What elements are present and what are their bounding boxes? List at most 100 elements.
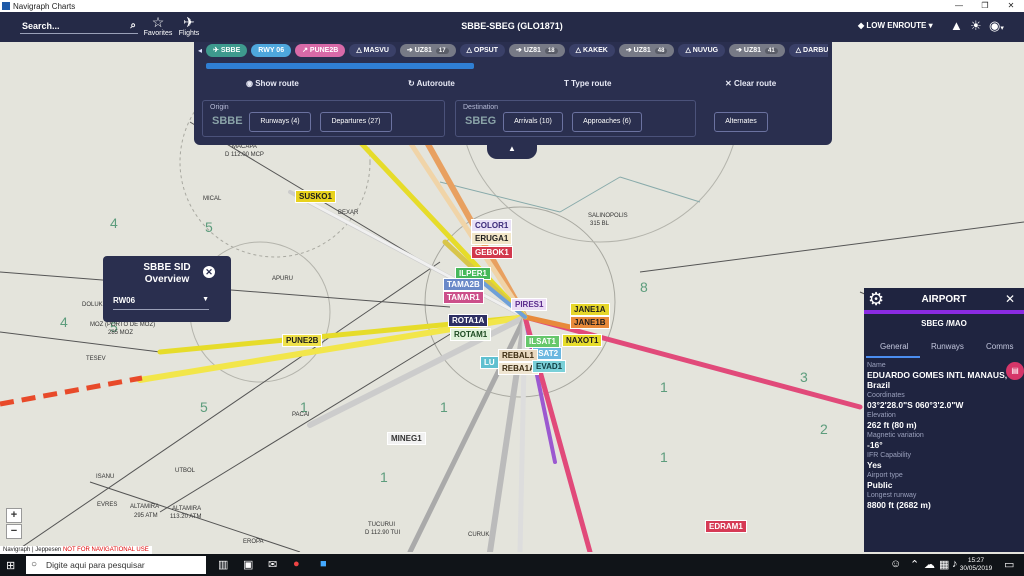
tab-comms[interactable]: Comms xyxy=(986,342,1014,351)
brightness-icon[interactable]: ☀ xyxy=(970,18,982,34)
fix-label-rotam1[interactable]: ROTAM1 xyxy=(450,328,492,341)
layer-selector[interactable]: ◆ LOW ENROUTE ▾ xyxy=(858,21,933,30)
fix-label-rota1a[interactable]: ROTA1A xyxy=(448,314,489,327)
route-chip-label: NUVUG xyxy=(692,47,719,54)
route-chip-uz81[interactable]: ➔ UZ81 18 xyxy=(509,44,565,57)
airport-panel: ⚙ AIRPORT ✕ SBEG /MAO General Runways Co… xyxy=(864,288,1024,552)
route-chip-uz81[interactable]: ➔ UZ81 17 xyxy=(399,44,456,57)
account-icon[interactable]: ◉▾ xyxy=(989,18,1004,34)
route-chip-opsut[interactable]: △ OPSUT xyxy=(459,44,505,57)
search-input[interactable]: Search... ⌕ xyxy=(20,20,138,34)
route-chip-rwy-06[interactable]: RWY 06 xyxy=(251,44,292,57)
autoroute-button[interactable]: ↻ Autoroute xyxy=(408,79,455,88)
origin-code: SBBE xyxy=(212,115,243,127)
arrow-icon: ➔ xyxy=(736,47,744,54)
chevron-left-icon[interactable]: ◂ xyxy=(198,44,202,60)
gear-icon[interactable]: ⚙ xyxy=(868,289,884,310)
chrome-icon[interactable]: ● xyxy=(293,558,300,570)
mail-icon[interactable]: ✉ xyxy=(268,558,277,571)
fix-label-tama2b[interactable]: TAMA2B xyxy=(443,278,484,291)
close-window-button[interactable]: ✕ xyxy=(998,0,1024,12)
show-route-button[interactable]: ◉ Show route xyxy=(246,79,299,88)
route-progress-bar xyxy=(206,63,474,69)
place-label: ALTAMIRA xyxy=(172,506,202,512)
tab-runways[interactable]: Runways xyxy=(931,342,964,351)
place-label: PACAI xyxy=(292,412,310,418)
fix-label-pires1[interactable]: PIRES1 xyxy=(511,298,548,311)
triangle-icon: △ xyxy=(466,47,474,54)
zoom-in-button[interactable]: + xyxy=(6,508,22,523)
fix-label-lu[interactable]: LU xyxy=(480,356,499,369)
grid-mora-number: 3 xyxy=(800,369,808,385)
route-chip-kakek[interactable]: △ KAKEK xyxy=(568,44,615,57)
route-chip-darbu[interactable]: △ DARBU xyxy=(788,44,828,57)
type-route-button[interactable]: T Type route xyxy=(564,79,611,88)
fix-label-susko1[interactable]: SUSKO1 xyxy=(295,190,336,203)
fix-label-gebok1[interactable]: GEBOK1 xyxy=(471,246,513,259)
close-icon[interactable]: ✕ xyxy=(1005,292,1015,306)
zoom-out-button[interactable]: − xyxy=(6,524,22,539)
fix-label-mineg1[interactable]: MINEG1 xyxy=(387,432,426,445)
tray-chevron-icon[interactable]: ⌃ xyxy=(910,558,919,571)
place-label: DOLUK xyxy=(82,302,103,308)
windows-start-icon[interactable]: ⊞ xyxy=(6,559,15,572)
departures-button[interactable]: Departures (27) xyxy=(320,112,392,132)
longest-runway-value: 8800 ft (2682 m) xyxy=(867,500,931,510)
app-header: Search... ⌕ ☆ Favorites ✈ Flights SBBE-S… xyxy=(0,12,1024,42)
clock-date: 30/05/2019 xyxy=(959,565,993,572)
route-chip-masvu[interactable]: △ MASVU xyxy=(349,44,396,57)
fix-label-jane1a[interactable]: JANE1A xyxy=(570,303,610,316)
runways-button[interactable]: Runways (4) xyxy=(249,112,311,132)
favorites-button[interactable]: ☆ Favorites xyxy=(143,14,173,37)
fix-label-jane1b[interactable]: JANE1B xyxy=(570,316,610,329)
route-chip-label: KAKEK xyxy=(582,47,608,54)
clear-route-button[interactable]: ✕ Clear route xyxy=(725,79,776,88)
route-chip-badge: 17 xyxy=(435,48,449,54)
task-view-icon[interactable]: ▥ xyxy=(218,558,228,571)
route-chip-uz81[interactable]: ➔ UZ81 41 xyxy=(729,44,785,57)
fix-label-edram1[interactable]: EDRAM1 xyxy=(705,520,747,533)
fix-label-color1[interactable]: COLOR1 xyxy=(471,219,513,232)
taskbar-search-input[interactable]: ○ Digite aqui para pesquisar xyxy=(26,556,206,574)
route-panel: ◂ ✈ SBBE RWY 06 ↗ PUNE2B △ MASVU ➔ UZ81 17 △ O… xyxy=(194,42,832,145)
route-chip-pune2b[interactable]: ↗ PUNE2B xyxy=(295,44,346,57)
maximize-button[interactable]: ❐ xyxy=(972,0,998,12)
airport-panel-title: AIRPORT xyxy=(921,294,967,305)
navigation-arrow-icon[interactable]: ▲ xyxy=(950,18,963,33)
longest-runway-label: Longest runway xyxy=(867,492,917,499)
flights-button[interactable]: ✈ Flights xyxy=(174,14,204,37)
collapse-panel-button[interactable]: ▲ xyxy=(487,143,537,159)
notifications-icon[interactable]: ▭ xyxy=(1004,558,1014,571)
approaches-button[interactable]: Approaches (6) xyxy=(572,112,642,132)
arrivals-button[interactable]: Arrivals (10) xyxy=(503,112,563,132)
fix-label-naxot1[interactable]: NAXOT1 xyxy=(562,334,603,347)
taskbar-clock[interactable]: 15:27 30/05/2019 xyxy=(956,557,996,573)
alternates-button[interactable]: Alternates xyxy=(714,112,768,132)
close-sid-overview-button[interactable]: ✕ xyxy=(203,266,215,278)
runway-select[interactable]: RW06 ▼ xyxy=(113,296,209,310)
triangle-icon: △ xyxy=(685,47,693,54)
people-icon[interactable]: ☺ xyxy=(890,558,901,570)
chart-book-button[interactable]: ▤ xyxy=(1006,362,1024,380)
explorer-icon[interactable]: ▣ xyxy=(243,558,253,571)
fix-label-pune2b[interactable]: PUNE2B xyxy=(282,334,323,347)
navigraph-icon[interactable]: ■ xyxy=(320,558,327,570)
route-chip-sbbe[interactable]: ✈ SBBE xyxy=(206,44,248,57)
fix-label-eruga1[interactable]: ERUGA1 xyxy=(471,232,513,245)
route-chip-uz81[interactable]: ➔ UZ81 48 xyxy=(618,44,675,57)
tab-general[interactable]: General xyxy=(880,342,908,351)
fix-label-evad1[interactable]: EVAD1 xyxy=(532,360,567,373)
network-icon[interactable]: ▦ xyxy=(939,558,949,571)
origin-caption: Origin xyxy=(210,104,229,111)
place-label: APURU xyxy=(272,276,294,282)
cloud-icon[interactable]: ☁ xyxy=(924,558,935,571)
route-chip-nuvug[interactable]: △ NUVUG xyxy=(678,44,726,57)
grid-mora-number: 4 xyxy=(60,314,68,330)
credit-text: Navigraph | Jeppesen xyxy=(3,547,62,553)
microphone-icon[interactable]: • xyxy=(196,558,200,570)
fix-label-tamar1[interactable]: TAMAR1 xyxy=(443,291,484,304)
search-icon: ⌕ xyxy=(130,20,136,31)
airport-info: Name EDUARDO GOMES INTL MANAUS, Brazil C… xyxy=(867,360,1017,510)
favorites-label: Favorites xyxy=(143,30,173,37)
minimize-button[interactable]: — xyxy=(946,0,972,12)
